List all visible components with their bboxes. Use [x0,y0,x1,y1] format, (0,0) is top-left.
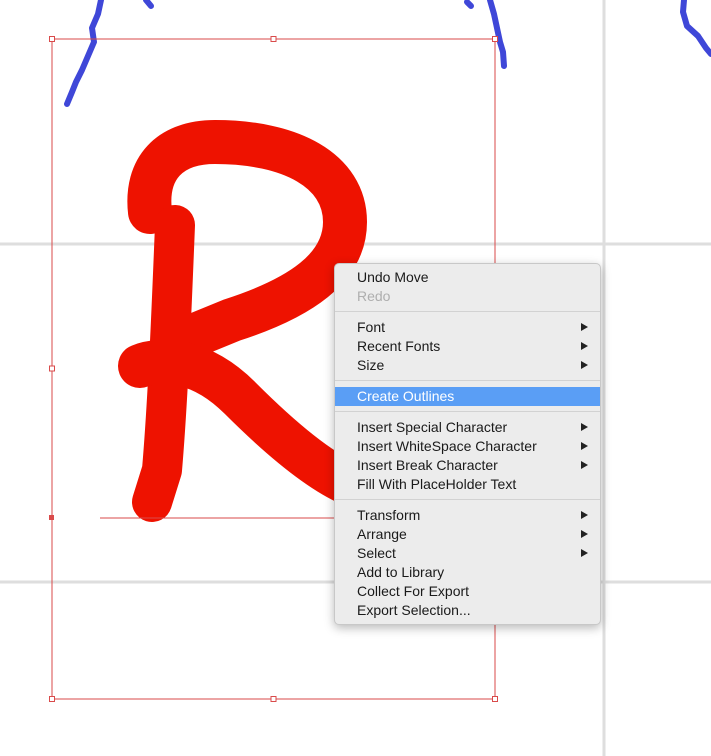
menu-item-add-to-library[interactable]: Add to Library [335,563,600,582]
submenu-arrow-icon [581,461,588,469]
resize-handle[interactable] [270,696,277,702]
menu-item-collect-for-export[interactable]: Collect For Export [335,582,600,601]
context-menu: Undo Move Redo Font Recent Fonts Size Create … [334,263,601,625]
menu-item-recent-fonts[interactable]: Recent Fonts [335,337,600,356]
menu-item-label: Arrange [357,526,407,542]
menu-item-insert-special-character[interactable]: Insert Special Character [335,418,600,437]
menu-item-label: Size [357,357,385,373]
menu-item-create-outlines[interactable]: Create Outlines [335,387,600,406]
submenu-arrow-icon [581,342,588,350]
menu-item-fill-with-placeholder-text[interactable]: Fill With PlaceHolder Text [335,475,600,494]
resize-handle[interactable] [270,36,277,42]
baseline-handle[interactable] [49,515,54,520]
submenu-arrow-icon [581,423,588,431]
menu-item-label: Redo [357,288,391,304]
menu-item-undo-move[interactable]: Undo Move [335,268,600,287]
menu-item-label: Insert Break Character [357,457,498,473]
menu-item-label: Export Selection... [357,602,471,618]
submenu-arrow-icon [581,511,588,519]
blue-stroke-left-tick [143,0,154,9]
menu-separator [335,311,600,312]
menu-item-arrange[interactable]: Arrange [335,525,600,544]
submenu-arrow-icon [581,549,588,557]
menu-item-label: Recent Fonts [357,338,441,354]
menu-item-redo: Redo [335,287,600,306]
menu-item-label: Create Outlines [357,388,455,404]
menu-separator [335,380,600,381]
resize-handle[interactable] [49,696,55,702]
menu-separator [335,411,600,412]
menu-item-font[interactable]: Font [335,318,600,337]
menu-separator [335,499,600,500]
menu-item-label: Undo Move [357,269,429,285]
menu-item-label: Collect For Export [357,583,470,599]
menu-item-label: Fill With PlaceHolder Text [357,476,517,492]
submenu-arrow-icon [581,442,588,450]
menu-item-insert-whitespace-character[interactable]: Insert WhiteSpace Character [335,437,600,456]
menu-item-label: Insert WhiteSpace Character [357,438,537,454]
menu-item-transform[interactable]: Transform [335,506,600,525]
submenu-arrow-icon [581,530,588,538]
menu-item-insert-break-character[interactable]: Insert Break Character [335,456,600,475]
submenu-arrow-icon [581,323,588,331]
submenu-arrow-icon [581,361,588,369]
menu-item-label: Add to Library [357,564,445,580]
menu-item-size[interactable]: Size [335,356,600,375]
menu-item-export-selection[interactable]: Export Selection... [335,601,600,620]
resize-handle[interactable] [492,696,498,702]
menu-item-label: Select [357,545,396,561]
resize-handle[interactable] [49,36,55,42]
resize-handle[interactable] [492,36,498,42]
menu-item-label: Transform [357,507,421,523]
resize-handle[interactable] [49,365,55,372]
blue-stroke-middle [464,0,474,9]
menu-item-label: Font [357,319,386,335]
menu-item-label: Insert Special Character [357,419,508,435]
menu-item-select[interactable]: Select [335,544,600,563]
